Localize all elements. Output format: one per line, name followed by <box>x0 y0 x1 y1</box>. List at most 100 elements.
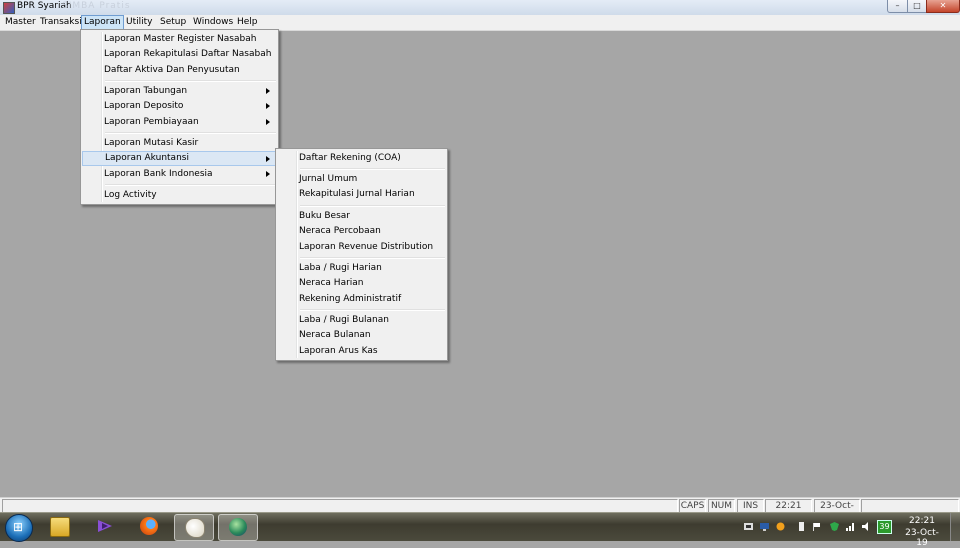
menu-item-laporan-pembiayaan[interactable]: Laporan Pembiayaan <box>83 115 276 129</box>
clock-date[interactable]: 23-Oct-19 <box>900 528 944 548</box>
network-monitor-icon[interactable] <box>744 522 753 531</box>
taskbar-folder-button[interactable] <box>40 514 78 539</box>
menu-item-jurnal-umum[interactable]: Jurnal Umum <box>278 172 445 186</box>
menu-help[interactable]: Help <box>235 16 260 29</box>
visual-studio-icon <box>98 520 112 532</box>
menu-separator <box>300 309 445 311</box>
laporan-dropdown: Laporan Master Register Nasabah Laporan … <box>80 29 279 205</box>
menu-item-neraca-bulanan[interactable]: Neraca Bulanan <box>278 328 445 342</box>
submenu-arrow-icon <box>266 119 270 125</box>
akuntansi-submenu: Daftar Rekening (COA) Jurnal Umum Rekapi… <box>275 148 448 361</box>
menu-item-log-activity[interactable]: Log Activity <box>83 188 276 202</box>
usb-icon[interactable] <box>797 522 806 531</box>
windows-logo-icon: ⊞ <box>13 520 24 534</box>
app-tray-icon[interactable] <box>776 522 785 531</box>
folder-icon <box>50 517 70 537</box>
volume-icon[interactable] <box>862 522 871 531</box>
menu-item-laporan-akuntansi[interactable]: Laporan Akuntansi <box>82 151 277 166</box>
taskbar: ⊞ 39 22:21 23-Oct-19 <box>0 512 960 548</box>
menu-item-neraca-percobaan[interactable]: Neraca Percobaan <box>278 224 445 238</box>
menu-item-label: Laporan Bank Indonesia <box>104 169 213 179</box>
menu-item-label: Laporan Rekapitulasi Daftar Nasabah <box>104 49 272 59</box>
show-desktop-button[interactable] <box>950 513 960 541</box>
signal-icon[interactable] <box>846 522 855 531</box>
status-message-panel <box>2 499 678 513</box>
menu-separator <box>300 168 445 170</box>
menu-item-label: Log Activity <box>104 190 157 200</box>
battery-badge[interactable]: 39 <box>877 520 892 534</box>
menu-item-label: Daftar Rekening (COA) <box>299 153 401 163</box>
menu-item-neraca-harian[interactable]: Neraca Harian <box>278 276 445 290</box>
menu-item-buku-besar[interactable]: Buku Besar <box>278 209 445 223</box>
minimize-button[interactable]: – <box>887 0 908 13</box>
title-bar[interactable]: BPR Syariah SIMBA Pratis – □ ✕ <box>0 0 960 16</box>
paint-icon <box>185 518 205 538</box>
status-caps: CAPS <box>679 499 706 513</box>
menu-item-laba-rugi-bulanan[interactable]: Laba / Rugi Bulanan <box>278 313 445 327</box>
menu-item-label: Laporan Mutasi Kasir <box>104 138 199 148</box>
globe-app-icon <box>229 518 247 536</box>
taskbar-paint-button[interactable] <box>174 514 214 541</box>
menu-item-label: Laporan Tabungan <box>104 86 188 96</box>
submenu-arrow-icon <box>266 171 270 177</box>
taskbar-visual-studio-button[interactable] <box>86 514 124 539</box>
maximize-button[interactable]: □ <box>907 0 927 13</box>
menu-item-label: Jurnal Umum <box>299 174 358 184</box>
menu-item-laporan-revenue-distribution[interactable]: Laporan Revenue Distribution <box>278 240 445 254</box>
menu-item-label: Laporan Revenue Distribution <box>299 242 434 252</box>
display-icon[interactable] <box>760 522 769 531</box>
security-icon[interactable] <box>830 522 839 531</box>
menu-item-rekening-administratif[interactable]: Rekening Administratif <box>278 292 445 306</box>
taskbar-firefox-button[interactable] <box>130 514 168 539</box>
menu-transaksi[interactable]: Transaksi <box>38 16 84 29</box>
window-title-ghost: SIMBA Pratis <box>62 1 131 11</box>
menu-item-label: Laporan Deposito <box>104 101 184 111</box>
menu-item-daftar-aktiva[interactable]: Daftar Aktiva Dan Penyusutan <box>83 63 276 77</box>
menu-item-label: Laporan Arus Kas <box>299 346 378 356</box>
menu-laporan[interactable]: Laporan <box>81 15 124 30</box>
menu-item-label: Laporan Akuntansi <box>105 153 189 163</box>
status-time: 22:21 <box>765 499 812 513</box>
submenu-arrow-icon <box>266 103 270 109</box>
menu-item-label: Laporan Master Register Nasabah <box>104 34 257 44</box>
status-bar: CAPS NUM INS 22:21 23-Oct-19 <box>0 497 960 523</box>
menu-master[interactable]: Master <box>3 16 38 29</box>
menu-utility[interactable]: Utility <box>124 16 154 29</box>
menu-separator <box>105 80 276 82</box>
status-num: NUM <box>708 499 735 513</box>
menu-windows[interactable]: Windows <box>191 16 235 29</box>
menu-item-label: Rekapitulasi Jurnal Harian <box>299 189 415 199</box>
menu-item-label: Laporan Pembiayaan <box>104 117 199 127</box>
menu-item-laporan-bank-indonesia[interactable]: Laporan Bank Indonesia <box>83 167 276 181</box>
menu-item-label: Buku Besar <box>299 211 350 221</box>
menu-setup[interactable]: Setup <box>158 16 188 29</box>
menu-item-laporan-tabungan[interactable]: Laporan Tabungan <box>83 84 276 98</box>
menu-item-rekapitulasi-daftar-nasabah[interactable]: Laporan Rekapitulasi Daftar Nasabah <box>83 47 276 61</box>
status-extra-panel <box>861 499 959 513</box>
submenu-arrow-icon <box>266 156 270 162</box>
taskbar-bpr-app-button[interactable] <box>218 514 258 541</box>
menu-separator <box>105 132 276 134</box>
app-icon[interactable] <box>3 2 15 14</box>
flag-icon[interactable] <box>812 522 821 531</box>
status-date: 23-Oct-19 <box>814 499 860 523</box>
menu-item-label: Laba / Rugi Bulanan <box>299 315 389 325</box>
status-ins: INS <box>737 499 764 513</box>
menu-separator <box>105 184 276 186</box>
clock-time[interactable]: 22:21 <box>900 516 944 526</box>
close-button[interactable]: ✕ <box>926 0 960 13</box>
menu-item-laporan-arus-kas[interactable]: Laporan Arus Kas <box>278 344 445 358</box>
menu-item-label: Daftar Aktiva Dan Penyusutan <box>104 65 240 75</box>
menu-item-master-register-nasabah[interactable]: Laporan Master Register Nasabah <box>83 32 276 46</box>
menu-item-laporan-mutasi-kasir[interactable]: Laporan Mutasi Kasir <box>83 136 276 150</box>
menu-item-rekapitulasi-jurnal-harian[interactable]: Rekapitulasi Jurnal Harian <box>278 187 445 201</box>
menu-separator <box>300 205 445 207</box>
menu-item-label: Rekening Administratif <box>299 294 402 304</box>
menu-item-laporan-deposito[interactable]: Laporan Deposito <box>83 99 276 113</box>
menu-item-laba-rugi-harian[interactable]: Laba / Rugi Harian <box>278 261 445 275</box>
start-button[interactable]: ⊞ <box>5 514 33 542</box>
menu-item-label: Neraca Bulanan <box>299 330 371 340</box>
menu-item-daftar-rekening-coa[interactable]: Daftar Rekening (COA) <box>278 151 445 165</box>
menu-item-label: Neraca Percobaan <box>299 226 381 236</box>
menu-separator <box>300 257 445 259</box>
